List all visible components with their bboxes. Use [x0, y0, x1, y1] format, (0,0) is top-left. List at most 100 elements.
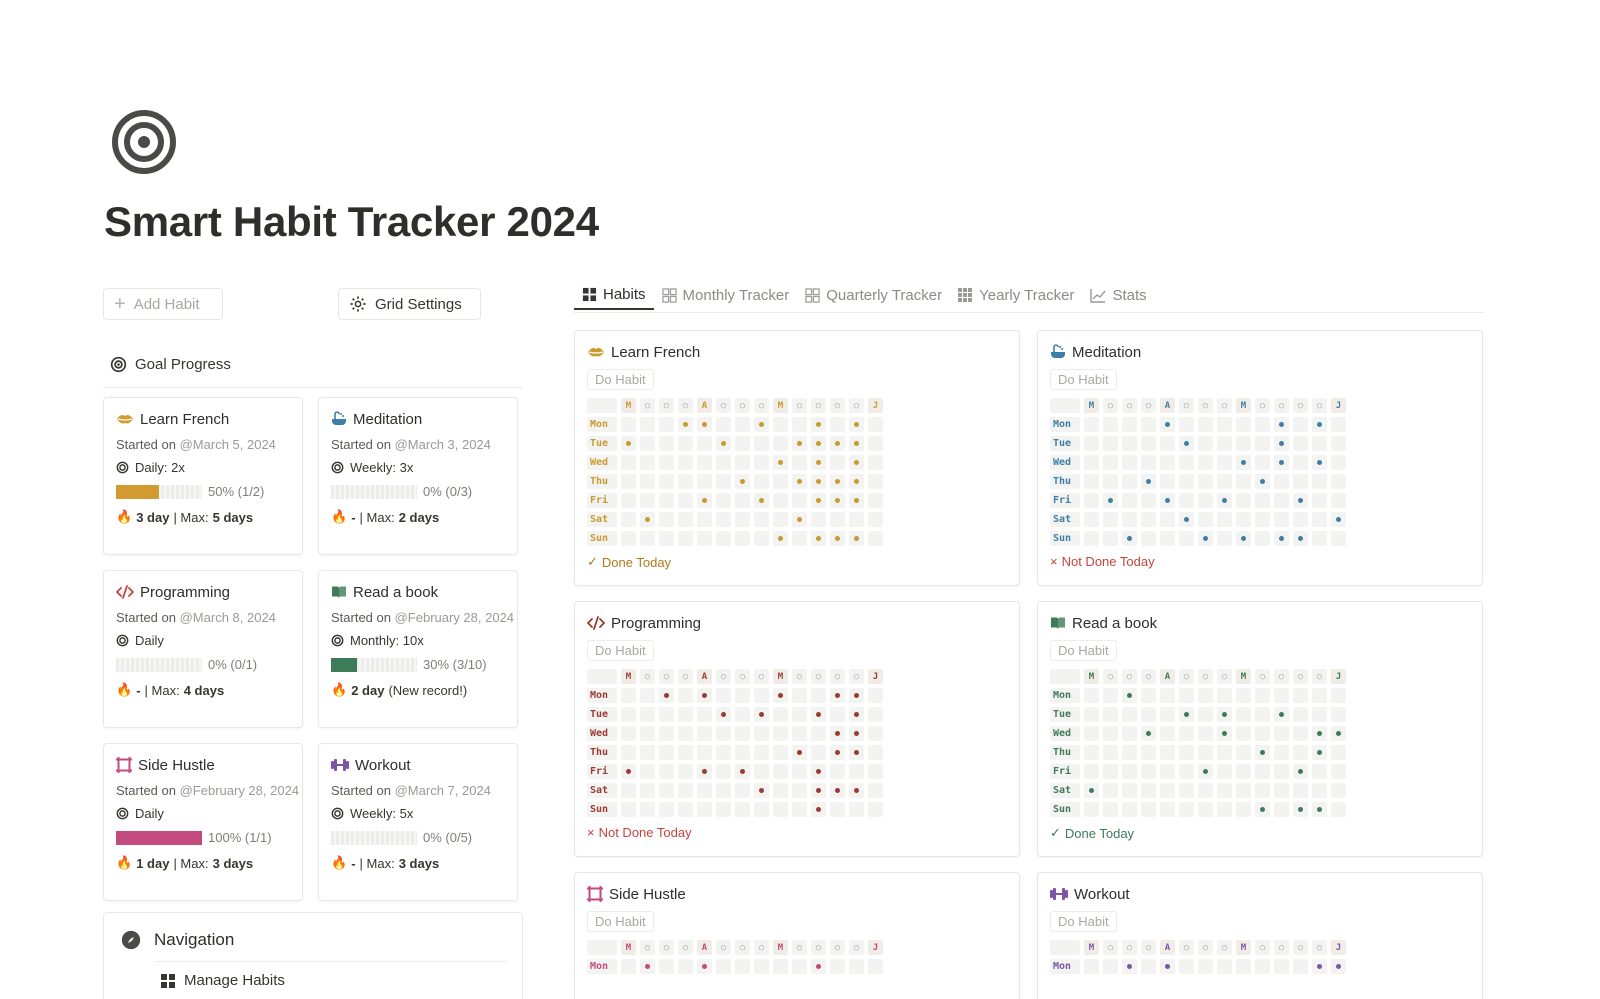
grid-day-cell[interactable] — [1084, 417, 1099, 432]
grid-day-cell[interactable] — [773, 512, 788, 527]
grid-day-cell[interactable] — [735, 802, 750, 817]
grid-day-cell[interactable] — [735, 493, 750, 508]
grid-day-cell[interactable] — [1236, 436, 1251, 451]
grid-day-cell[interactable] — [1179, 455, 1194, 470]
grid-day-cell[interactable] — [1179, 745, 1194, 760]
grid-day-cell[interactable] — [792, 417, 807, 432]
grid-day-cell[interactable] — [792, 474, 807, 489]
grid-day-cell[interactable] — [735, 707, 750, 722]
grid-day-cell[interactable] — [754, 455, 769, 470]
grid-day-cell[interactable] — [735, 959, 750, 974]
grid-day-cell[interactable] — [868, 745, 883, 760]
grid-day-cell[interactable] — [697, 512, 712, 527]
grid-day-cell[interactable] — [1274, 436, 1289, 451]
grid-day-cell[interactable] — [868, 531, 883, 546]
grid-day-cell[interactable] — [1122, 726, 1137, 741]
tab-habits[interactable]: Habits — [574, 280, 654, 310]
grid-day-cell[interactable] — [868, 417, 883, 432]
grid-day-cell[interactable] — [1160, 436, 1175, 451]
grid-day-cell[interactable] — [1179, 531, 1194, 546]
grid-day-cell[interactable] — [621, 783, 636, 798]
grid-day-cell[interactable] — [735, 417, 750, 432]
grid-day-cell[interactable] — [640, 802, 655, 817]
grid-day-cell[interactable] — [849, 783, 864, 798]
grid-day-cell[interactable] — [1179, 688, 1194, 703]
grid-day-cell[interactable] — [621, 802, 636, 817]
grid-day-cell[interactable] — [1122, 688, 1137, 703]
grid-day-cell[interactable] — [792, 959, 807, 974]
grid-day-cell[interactable] — [659, 959, 674, 974]
grid-day-cell[interactable] — [735, 783, 750, 798]
grid-day-cell[interactable] — [1236, 707, 1251, 722]
start-date-mention[interactable]: @February 28, 2024 — [395, 610, 514, 625]
grid-day-cell[interactable] — [1312, 959, 1327, 974]
grid-day-cell[interactable] — [640, 959, 655, 974]
grid-day-cell[interactable] — [1198, 802, 1213, 817]
grid-day-cell[interactable] — [868, 512, 883, 527]
grid-day-cell[interactable] — [849, 707, 864, 722]
grid-day-cell[interactable] — [773, 436, 788, 451]
grid-day-cell[interactable] — [1236, 531, 1251, 546]
grid-day-cell[interactable] — [1236, 959, 1251, 974]
grid-day-cell[interactable] — [1217, 783, 1232, 798]
grid-day-cell[interactable] — [830, 436, 845, 451]
grid-day-cell[interactable] — [716, 764, 731, 779]
grid-day-cell[interactable] — [1255, 783, 1270, 798]
grid-day-cell[interactable] — [849, 455, 864, 470]
grid-day-cell[interactable] — [1312, 455, 1327, 470]
grid-day-cell[interactable] — [773, 531, 788, 546]
grid-day-cell[interactable] — [1179, 802, 1194, 817]
grid-day-cell[interactable] — [1160, 802, 1175, 817]
grid-day-cell[interactable] — [1293, 436, 1308, 451]
grid-day-cell[interactable] — [1236, 512, 1251, 527]
grid-day-cell[interactable] — [1141, 474, 1156, 489]
grid-day-cell[interactable] — [678, 802, 693, 817]
grid-day-cell[interactable] — [1160, 512, 1175, 527]
grid-day-cell[interactable] — [792, 455, 807, 470]
grid-day-cell[interactable] — [659, 531, 674, 546]
tab-stats[interactable]: Stats — [1082, 280, 1154, 310]
grid-day-cell[interactable] — [1236, 417, 1251, 432]
grid-day-cell[interactable] — [1274, 417, 1289, 432]
grid-day-cell[interactable] — [773, 764, 788, 779]
grid-day-cell[interactable] — [1293, 959, 1308, 974]
grid-day-cell[interactable] — [640, 493, 655, 508]
grid-day-cell[interactable] — [1198, 764, 1213, 779]
grid-day-cell[interactable] — [678, 493, 693, 508]
grid-day-cell[interactable] — [678, 455, 693, 470]
grid-day-cell[interactable] — [1293, 745, 1308, 760]
grid-day-cell[interactable] — [678, 783, 693, 798]
grid-day-cell[interactable] — [1103, 764, 1118, 779]
grid-day-cell[interactable] — [1122, 455, 1137, 470]
grid-day-cell[interactable] — [1255, 493, 1270, 508]
grid-day-cell[interactable] — [868, 493, 883, 508]
habit-card[interactable]: Workout Do Habit M ○ ○ ○ A ○ ○ ○ M ○ ○ ○ ○ J Mon — [1037, 872, 1483, 999]
grid-day-cell[interactable] — [640, 436, 655, 451]
grid-day-cell[interactable] — [1103, 688, 1118, 703]
grid-day-cell[interactable] — [621, 455, 636, 470]
grid-day-cell[interactable] — [1141, 783, 1156, 798]
grid-day-cell[interactable] — [1122, 493, 1137, 508]
do-habit-button[interactable]: Do Habit — [587, 640, 654, 661]
do-habit-button[interactable]: Do Habit — [587, 911, 654, 932]
grid-day-cell[interactable] — [697, 493, 712, 508]
goal-card[interactable]: Meditation Started on @March 3, 2024 Wee… — [318, 397, 518, 555]
grid-day-cell[interactable] — [1293, 707, 1308, 722]
grid-day-cell[interactable] — [1141, 688, 1156, 703]
grid-day-cell[interactable] — [1084, 707, 1099, 722]
grid-day-cell[interactable] — [1198, 474, 1213, 489]
grid-day-cell[interactable] — [735, 512, 750, 527]
grid-day-cell[interactable] — [1217, 959, 1232, 974]
goal-card[interactable]: Programming Started on @March 8, 2024 Da… — [103, 570, 303, 728]
grid-day-cell[interactable] — [811, 512, 826, 527]
grid-day-cell[interactable] — [1141, 455, 1156, 470]
grid-day-cell[interactable] — [1179, 474, 1194, 489]
grid-day-cell[interactable] — [1331, 959, 1346, 974]
grid-day-cell[interactable] — [1160, 493, 1175, 508]
do-habit-button[interactable]: Do Habit — [1050, 640, 1117, 661]
grid-day-cell[interactable] — [1331, 707, 1346, 722]
grid-day-cell[interactable] — [1331, 745, 1346, 760]
grid-day-cell[interactable] — [697, 707, 712, 722]
grid-day-cell[interactable] — [1122, 474, 1137, 489]
grid-day-cell[interactable] — [773, 455, 788, 470]
